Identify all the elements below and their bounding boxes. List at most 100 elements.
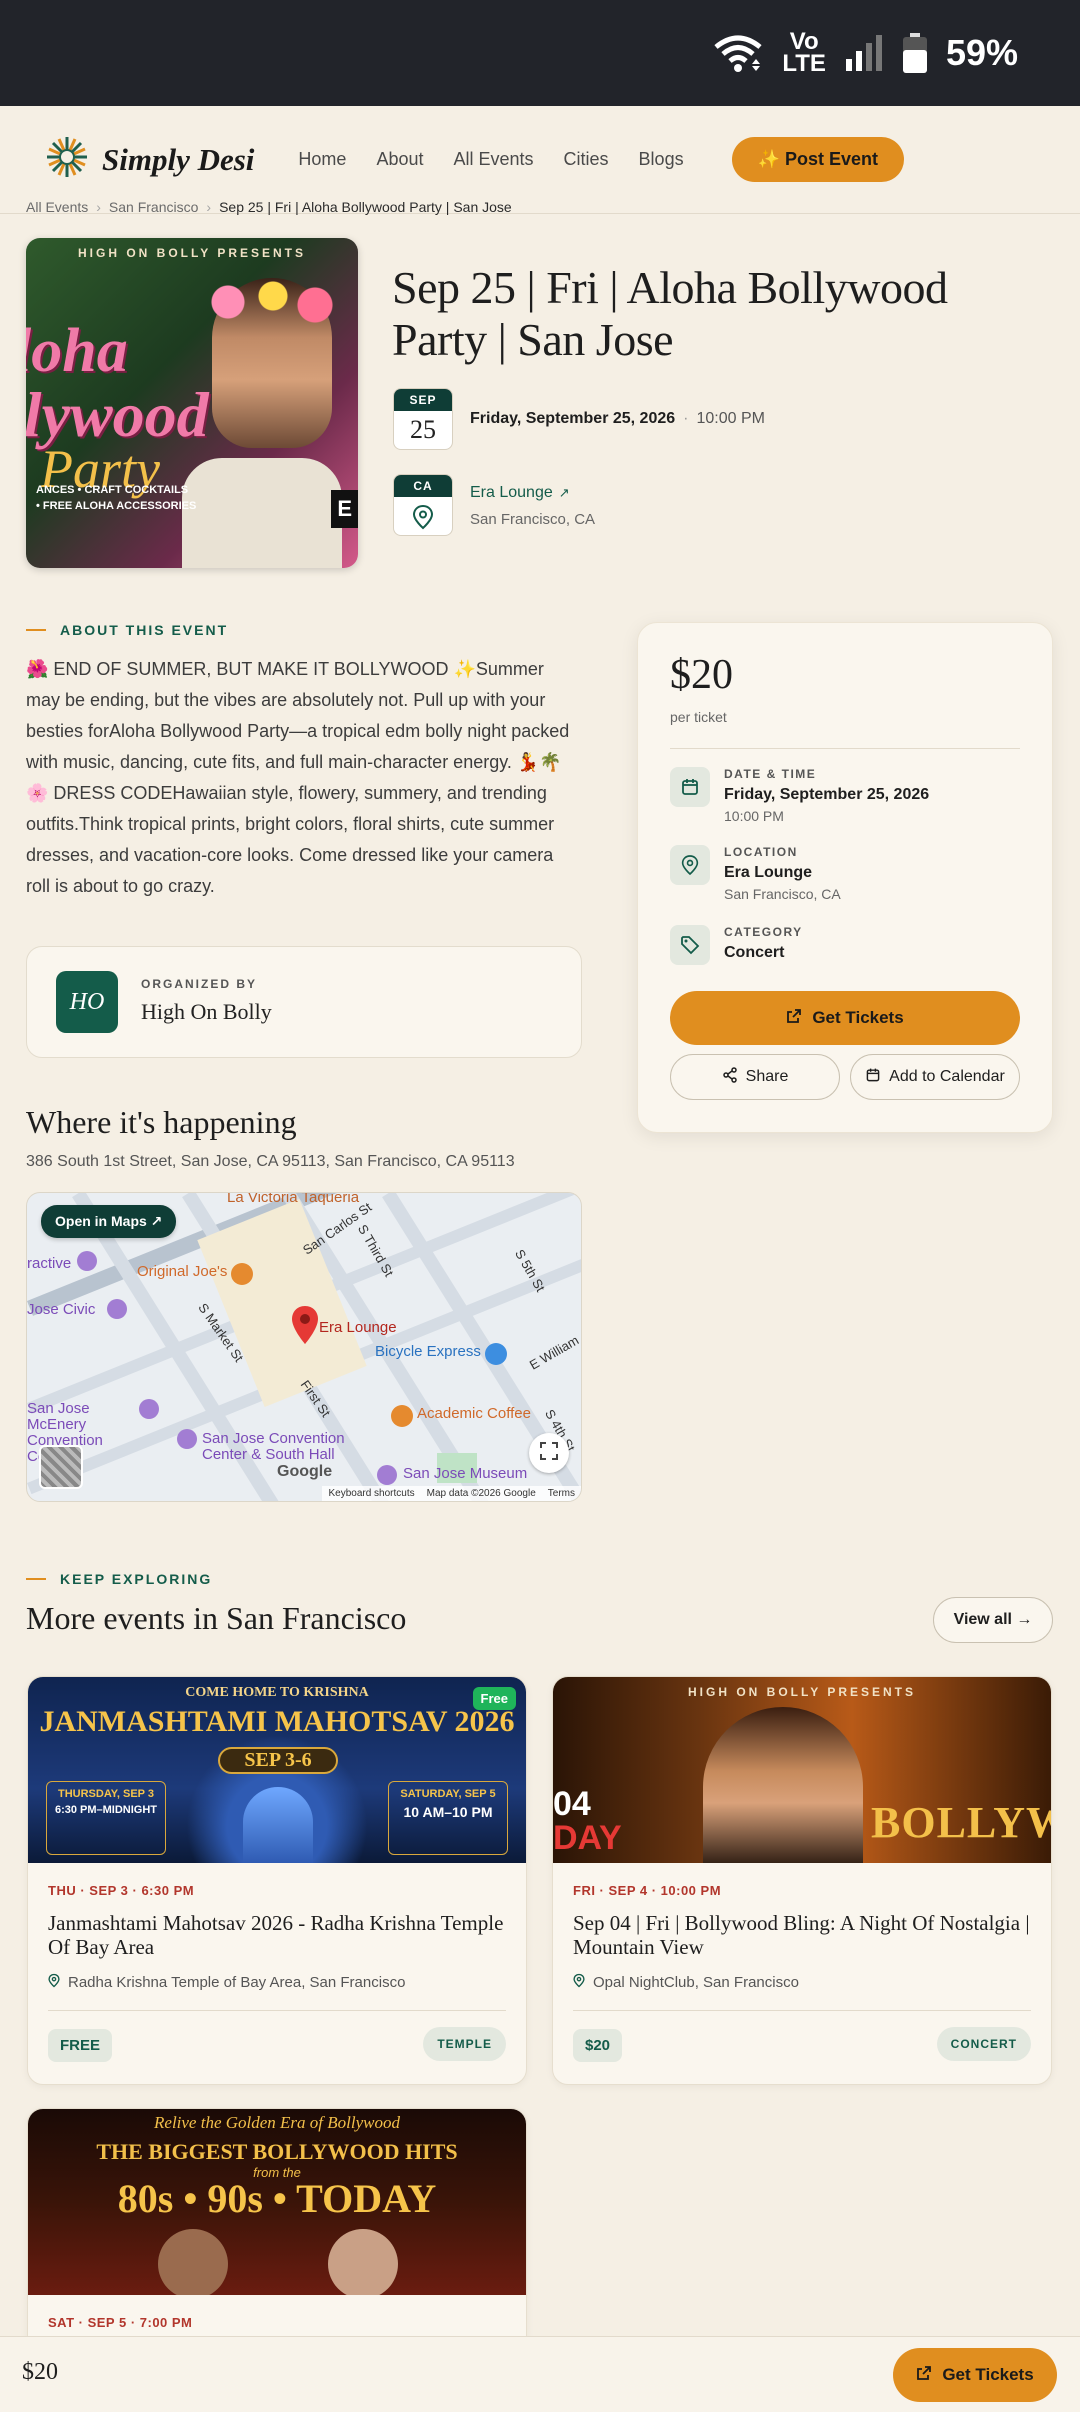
about-kicker: ABOUT THIS EVENT: [26, 622, 228, 638]
map-pin-icon: [394, 497, 452, 530]
sticky-get-tickets-label: Get Tickets: [942, 2365, 1034, 2384]
wifi-icon: [712, 33, 764, 73]
event-card-image: Relive the Golden Era of Bollywood THE B…: [28, 2109, 526, 2295]
event-card-price: $20: [573, 2029, 623, 2062]
restaurant-poi-icon: [231, 1263, 253, 1285]
nav-link-blogs[interactable]: Blogs: [639, 149, 684, 170]
poster-details: ANCES • CRAFT COCKTAILS • FREE ALOHA ACCE…: [36, 484, 197, 512]
map-keyboard-shortcuts[interactable]: Keyboard shortcuts: [328, 1488, 414, 1499]
map-label-era-lounge: Era Lounge: [319, 1319, 397, 1336]
map-footer: Keyboard shortcuts Map data ©2026 Google…: [322, 1486, 581, 1501]
poster-flowers: [198, 272, 348, 332]
divider: [573, 2010, 1031, 2011]
map-street-view-thumbnail[interactable]: [39, 1445, 83, 1489]
nav-links: Home About All Events Cities Blogs: [298, 149, 683, 170]
datetime-sub: 10:00 PM: [724, 808, 784, 824]
ticket-card: $20 per ticket DATE & TIME Friday, Septe…: [637, 622, 1053, 1133]
external-link-icon: [916, 2365, 932, 2386]
card-image-singer-left: [158, 2229, 228, 2295]
fullscreen-map-button[interactable]: [529, 1433, 569, 1473]
status-bar: Vo LTE 59%: [0, 0, 1080, 106]
site-logo[interactable]: Simply Desi: [46, 136, 254, 183]
organizer-card[interactable]: HO ORGANIZED BY High On Bolly: [26, 946, 582, 1058]
venue-link[interactable]: Era Lounge ↗: [470, 484, 570, 502]
map-label-museum: San Jose Museum: [403, 1465, 528, 1482]
event-card-meta: THU · SEP 3 · 6:30 PM: [48, 1883, 195, 1898]
event-time: 10:00 PM: [696, 410, 765, 427]
view-all-button[interactable]: View all →: [933, 1597, 1053, 1643]
open-in-maps-button[interactable]: Open in Maps ↗: [41, 1205, 177, 1238]
event-card-meta: FRI · SEP 4 · 10:00 PM: [573, 1883, 722, 1898]
breadcrumb-san-francisco[interactable]: San Francisco: [109, 199, 198, 215]
about-kicker-label: ABOUT THIS EVENT: [60, 622, 229, 638]
post-event-button[interactable]: ✨ Post Event: [731, 137, 905, 182]
nav-link-home[interactable]: Home: [298, 149, 346, 170]
external-link-icon: [786, 1008, 802, 1029]
top-nav: Simply Desi Home About All Events Cities…: [0, 106, 1080, 214]
nav-link-all-events[interactable]: All Events: [453, 149, 533, 170]
get-tickets-button[interactable]: Get Tickets: [670, 991, 1020, 1045]
card-image-model: [703, 1707, 863, 1863]
event-card[interactable]: Relive the Golden Era of Bollywood THE B…: [27, 2108, 527, 2368]
venue-map[interactable]: La Victoria Taqueria San Carlos St S Thi…: [26, 1192, 582, 1502]
location-pin-icon: [573, 1973, 585, 1992]
breadcrumb-all-events[interactable]: All Events: [26, 199, 88, 215]
volte-indicator: Vo LTE: [782, 28, 826, 77]
card-image-text: HIGH ON BOLLY PRESENTS: [687, 1685, 917, 1699]
map-label-original-joes: Original Joe's: [137, 1263, 228, 1280]
event-card[interactable]: COME HOME TO KRISHNA JANMASHTAMI MAHOTSA…: [27, 1676, 527, 2085]
datetime-label: DATE & TIME: [724, 767, 817, 781]
card-image-left-panel: THURSDAY, SEP 3 6:30 PM–MIDNIGHT: [46, 1781, 166, 1855]
battery-percent: 59%: [945, 32, 1018, 73]
map-marker-icon: [291, 1305, 319, 1350]
landmark-poi-icon: [77, 1251, 97, 1271]
where-title: Where it's happening: [26, 1104, 297, 1140]
add-to-calendar-button[interactable]: Add to Calendar: [850, 1054, 1020, 1100]
map-label-bicycle-express: Bicycle Express: [375, 1343, 481, 1360]
map-data-credit: Map data ©2026 Google: [426, 1488, 536, 1499]
organizer-avatar: HO: [56, 971, 118, 1033]
map-label-jose-civic: Jose Civic: [27, 1301, 96, 1318]
date-separator-dot: ·: [683, 410, 689, 427]
nav-link-cities[interactable]: Cities: [564, 149, 609, 170]
poster-presenter: HIGH ON BOLLY PRESENTS: [77, 246, 307, 260]
venue-city: San Francisco, CA: [470, 511, 596, 528]
category-label: CATEGORY: [724, 925, 803, 939]
date-tile-month: SEP: [394, 389, 452, 411]
breadcrumb-current: Sep 25 | Fri | Aloha Bollywood Party | S…: [219, 199, 512, 215]
location-tile: CA: [393, 474, 453, 536]
share-icon: [722, 1066, 738, 1088]
card-image-text: Relive the Golden Era of Bollywood: [154, 2113, 400, 2132]
nav-link-about[interactable]: About: [376, 149, 423, 170]
landmark-poi-icon: [177, 1429, 197, 1449]
breadcrumb-separator: ›: [96, 199, 101, 215]
logo-text: Simply Desi: [102, 141, 255, 177]
event-card-price: FREE: [48, 2029, 113, 2062]
free-badge: Free: [472, 1687, 516, 1710]
map-terms[interactable]: Terms: [548, 1488, 575, 1499]
event-card-image: HIGH ON BOLLY PRESENTS 04 DAY BOLLYWO: [553, 1677, 1051, 1863]
sticky-get-tickets-button[interactable]: Get Tickets: [893, 2348, 1057, 2402]
share-button[interactable]: Share: [670, 1054, 840, 1100]
battery-icon: [902, 33, 928, 73]
event-date: Friday, September 25, 2026: [470, 410, 676, 427]
sticky-ticket-bar: $20 Get Tickets: [0, 2336, 1080, 2412]
card-image-date: 04 DAY: [553, 1785, 622, 1857]
event-card-meta: SAT · SEP 5 · 7:00 PM: [48, 2315, 193, 2330]
external-link-arrow-icon: ↗: [558, 485, 570, 500]
location-pin-icon: [670, 845, 710, 885]
datetime-value: Friday, September 25, 2026: [724, 786, 930, 803]
ticket-location-row: LOCATION Era Lounge San Francisco, CA: [670, 845, 841, 902]
date-tile: SEP 25: [393, 388, 453, 450]
fullscreen-icon: [539, 1441, 559, 1466]
event-card-image: COME HOME TO KRISHNA JANMASHTAMI MAHOTSA…: [28, 1677, 526, 1863]
event-card[interactable]: HIGH ON BOLLY PRESENTS 04 DAY BOLLYWO FR…: [552, 1676, 1052, 2085]
breadcrumb-separator: ›: [206, 199, 212, 215]
category-value: Concert: [724, 944, 785, 961]
event-card-category: TEMPLE: [423, 2027, 506, 2061]
map-label-e-william: E William: [526, 1332, 582, 1373]
sticky-price: $20: [22, 2359, 58, 2385]
share-label: Share: [745, 1068, 789, 1085]
map-label-convention-center: San Jose Convention Center & South Hall: [202, 1430, 345, 1463]
ticket-price: $20: [670, 652, 733, 698]
